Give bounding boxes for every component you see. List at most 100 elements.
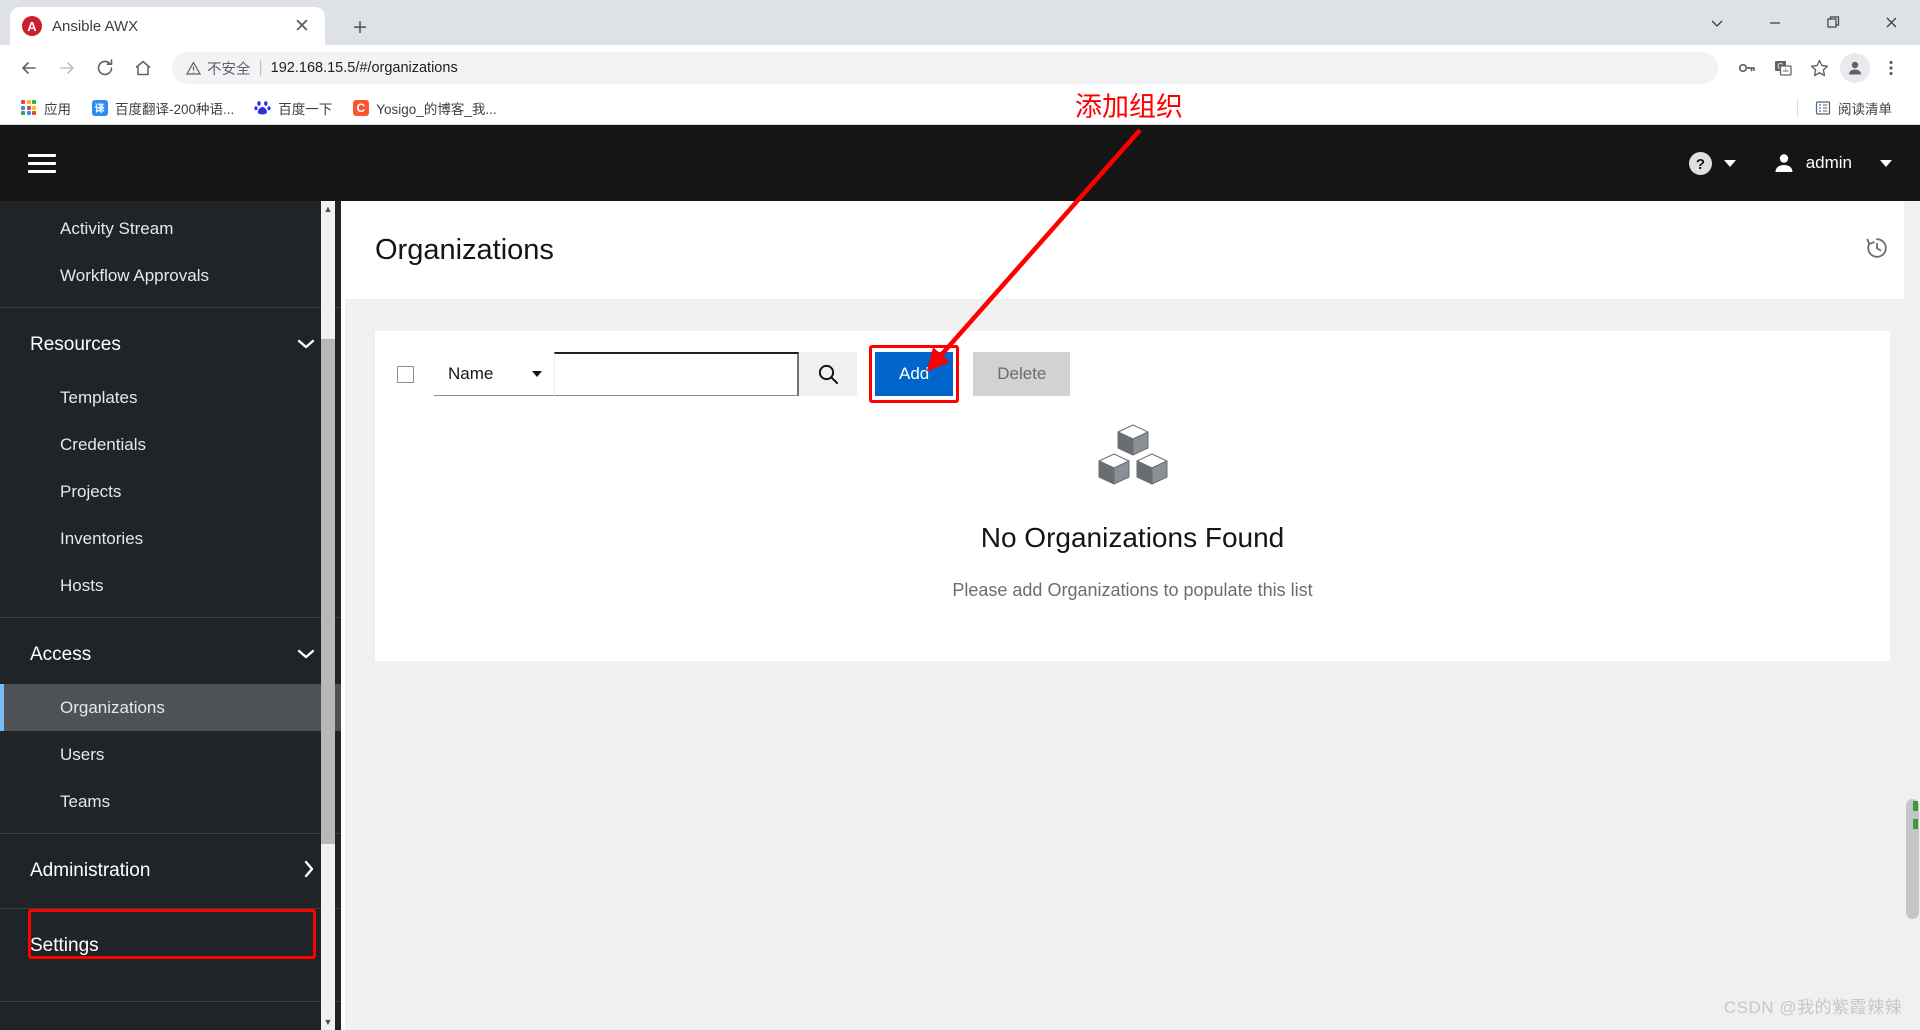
sidebar-item-label: Organizations	[60, 697, 165, 717]
filter-field-label: Name	[448, 363, 494, 383]
help-caret-down-icon[interactable]	[1723, 159, 1736, 167]
sidebar-item-label: Projects	[60, 481, 122, 501]
add-button[interactable]: Add	[875, 352, 954, 396]
page-scrollbar[interactable]	[1904, 201, 1920, 1030]
chevron-down-icon[interactable]	[1688, 0, 1746, 45]
sidebar-group-access[interactable]: Access	[0, 626, 345, 684]
restore-icon[interactable]	[1804, 0, 1862, 45]
caret-down-icon	[532, 370, 542, 377]
user-caret-down-icon[interactable]	[1880, 159, 1892, 167]
user-avatar-icon	[1775, 154, 1793, 172]
reading-list-button[interactable]: 阅读清单	[1806, 94, 1900, 122]
sidebar-group-administration[interactable]: Administration	[0, 842, 345, 900]
search-button[interactable]	[799, 352, 857, 396]
scroll-down-arrow-icon[interactable]: ▼	[321, 1014, 335, 1030]
reading-list-label: 阅读清单	[1838, 101, 1892, 117]
omnibox-separator: |	[258, 59, 263, 76]
browser-tab[interactable]: A Ansible AWX ✕	[10, 7, 325, 45]
scroll-up-arrow-icon[interactable]: ▲	[321, 201, 335, 217]
sidebar-item-hosts[interactable]: Hosts	[0, 562, 345, 609]
sidebar-item-credentials[interactable]: Credentials	[0, 421, 345, 468]
awx-body: Activity Stream Workflow Approvals Resou…	[0, 201, 1920, 1030]
watermark: CSDN @我的紫霞辣辣	[1723, 998, 1902, 1017]
chevron-down-icon	[297, 337, 315, 354]
sidebar-group-resources[interactable]: Resources	[0, 316, 345, 374]
search-input[interactable]	[554, 352, 799, 396]
magnifier-icon	[818, 364, 838, 384]
close-icon[interactable]	[1862, 0, 1920, 45]
plus-icon[interactable]: +	[345, 16, 375, 40]
sidebar-item-organizations[interactable]: Organizations	[0, 684, 345, 731]
warning-triangle-icon	[186, 60, 201, 75]
history-clock-icon[interactable]	[1864, 235, 1890, 266]
divider	[0, 833, 345, 834]
address-bar[interactable]: 不安全 | 192.168.15.5/#/organizations	[172, 52, 1718, 84]
divider	[0, 307, 345, 308]
close-icon[interactable]: ✕	[291, 17, 313, 36]
star-icon[interactable]	[1802, 51, 1836, 85]
sidebar-navigation: Activity Stream Workflow Approvals Resou…	[0, 201, 345, 1030]
minimize-icon[interactable]	[1746, 0, 1804, 45]
main-content: Organizations Name Add Delete No Organiz…	[345, 201, 1920, 1030]
bookmark-label: 百度翻译-200种语...	[115, 101, 235, 117]
bookmark-label: Yosigo_的博客_我...	[376, 101, 497, 117]
sidebar-item-projects[interactable]: Projects	[0, 468, 345, 515]
username-label: admin	[1805, 153, 1852, 172]
sidebar-item-activity-stream[interactable]: Activity Stream	[0, 205, 345, 252]
security-warning[interactable]: 不安全	[186, 58, 251, 79]
bookmark-baidu-translate[interactable]: 译 百度翻译-200种语...	[83, 94, 242, 122]
toolbar-right-icons: G	[1730, 51, 1908, 85]
sidebar-group-settings[interactable]: Settings	[0, 917, 345, 975]
baidu-translate-icon: 译	[91, 99, 108, 116]
sidebar-item-teams[interactable]: Teams	[0, 778, 345, 825]
filter-field-select[interactable]: Name	[434, 352, 554, 396]
delete-button[interactable]: Delete	[973, 352, 1071, 396]
arrow-right-icon[interactable]	[50, 51, 84, 85]
awx-top-bar: ? admin	[0, 125, 1920, 201]
security-warning-label: 不安全	[207, 61, 251, 78]
page-title: Organizations	[375, 233, 554, 266]
select-all-checkbox[interactable]	[397, 365, 414, 383]
empty-state-subtitle: Please add Organizations to populate thi…	[952, 580, 1313, 600]
sidebar-group-label: Administration	[30, 860, 151, 881]
browser-window: A Ansible AWX ✕ + 不安全 | 192.168.15.5/#/o…	[0, 0, 1920, 1030]
sidebar-item-label: Templates	[60, 387, 138, 407]
chevron-right-icon	[303, 860, 315, 882]
sidebar-item-inventories[interactable]: Inventories	[0, 515, 345, 562]
bookmarks-bar: 应用 译 百度翻译-200种语... 百度一下 C Yosigo_的博客_我..…	[0, 91, 1920, 125]
help-button[interactable]: ?	[1687, 150, 1714, 177]
profile-avatar-button[interactable]	[1838, 51, 1872, 85]
divider	[1797, 98, 1798, 117]
sidebar-group-label: Resources	[30, 334, 121, 355]
hamburger-menu-icon[interactable]	[28, 153, 56, 173]
sidebar-item-workflow-approvals[interactable]: Workflow Approvals	[0, 252, 345, 299]
organizations-card: Name Add Delete No Organizations Found P…	[375, 331, 1890, 661]
empty-state: No Organizations Found Please add Organi…	[375, 417, 1890, 601]
sidebar-item-users[interactable]: Users	[0, 731, 345, 778]
sidebar-item-label: Users	[60, 744, 105, 764]
chevron-down-icon	[297, 647, 315, 664]
home-icon[interactable]	[126, 51, 160, 85]
page-scrollbar-thumb[interactable]	[1906, 799, 1919, 919]
tab-title: Ansible AWX	[52, 17, 139, 35]
key-icon[interactable]	[1730, 51, 1764, 85]
kebab-menu-icon[interactable]	[1874, 51, 1908, 85]
add-button-wrapper: Add	[857, 345, 960, 403]
bookmark-csdn-blog[interactable]: C Yosigo_的博客_我...	[344, 94, 504, 122]
bookmark-baidu[interactable]: 百度一下	[246, 94, 340, 122]
awx-top-bar-right: ? admin	[1687, 150, 1892, 177]
sidebar-item-templates[interactable]: Templates	[0, 374, 345, 421]
csdn-glyph: C	[352, 99, 369, 116]
reload-icon[interactable]	[88, 51, 122, 85]
arrow-left-icon[interactable]	[12, 51, 46, 85]
browser-toolbar: 不安全 | 192.168.15.5/#/organizations G	[0, 45, 1920, 91]
bookmark-apps[interactable]: 应用	[12, 94, 79, 122]
sidebar-scrollbar-thumb[interactable]	[321, 339, 335, 844]
baidu-translate-glyph: 译	[91, 99, 108, 116]
sidebar-item-label: Workflow Approvals	[60, 265, 209, 285]
sidebar-item-label: Teams	[60, 791, 111, 811]
sidebar-scrollbar[interactable]: ▲ ▼	[321, 201, 335, 1030]
sidebar-item-label: Credentials	[60, 434, 146, 454]
user-menu-button[interactable]: admin	[1772, 151, 1852, 175]
translate-icon[interactable]: G	[1766, 51, 1800, 85]
